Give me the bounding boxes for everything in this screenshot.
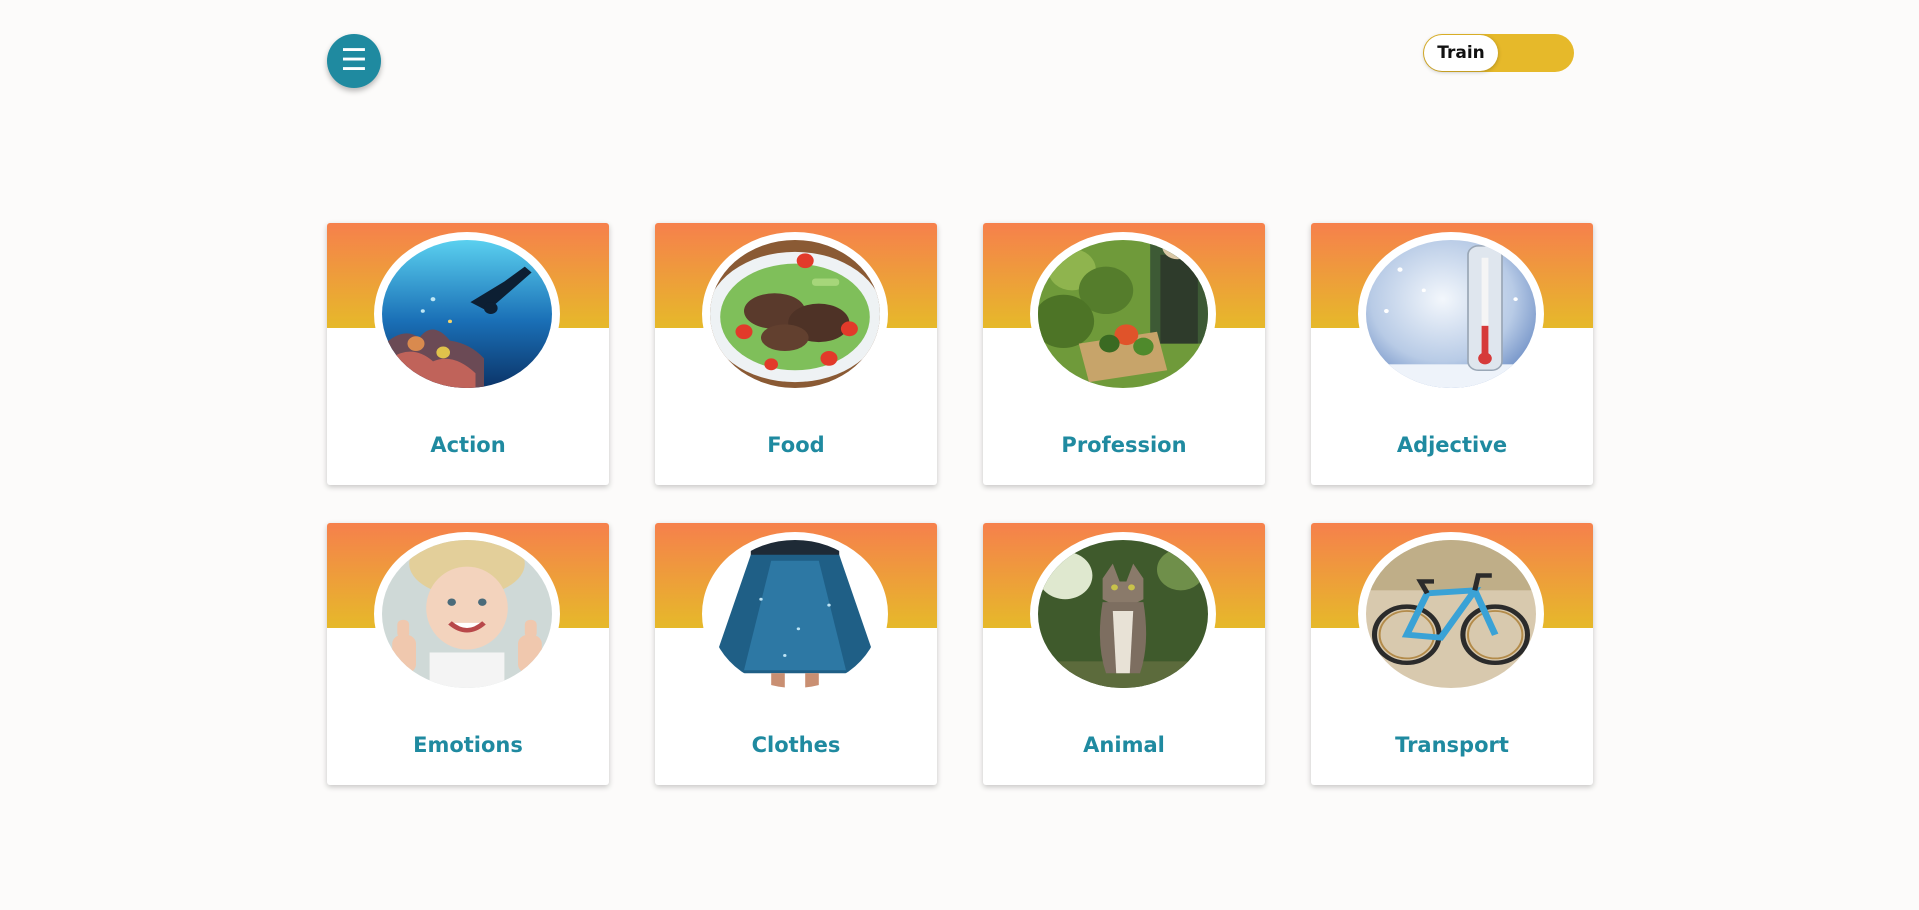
category-image-food bbox=[702, 232, 888, 396]
category-grid: Action Food Profession Adjective Emotion… bbox=[327, 223, 1594, 785]
category-card-transport[interactable]: Transport bbox=[1311, 523, 1593, 785]
mode-toggle[interactable]: Train bbox=[1423, 34, 1574, 72]
mode-toggle-knob[interactable]: Train bbox=[1424, 35, 1498, 71]
category-card-profession[interactable]: Profession bbox=[983, 223, 1265, 485]
category-label: Transport bbox=[1395, 733, 1509, 757]
category-label: Clothes bbox=[751, 733, 841, 757]
category-image-adjective bbox=[1358, 232, 1544, 396]
category-label: Emotions bbox=[413, 733, 523, 757]
category-label: Adjective bbox=[1396, 433, 1508, 457]
category-image-profession bbox=[1030, 232, 1216, 396]
category-image-animal bbox=[1030, 532, 1216, 696]
category-card-animal[interactable]: Animal bbox=[983, 523, 1265, 785]
hamburger-menu-icon: ☰ bbox=[340, 43, 368, 78]
category-image-clothes bbox=[702, 532, 888, 696]
category-card-emotions[interactable]: Emotions bbox=[327, 523, 609, 785]
category-card-action[interactable]: Action bbox=[327, 223, 609, 485]
category-label: Profession bbox=[1061, 433, 1187, 457]
category-label: Food bbox=[767, 433, 825, 457]
category-card-adjective[interactable]: Adjective bbox=[1311, 223, 1593, 485]
category-card-clothes[interactable]: Clothes bbox=[655, 523, 937, 785]
category-image-emotions bbox=[374, 532, 560, 696]
category-image-action bbox=[374, 232, 560, 396]
mode-toggle-label: Train bbox=[1437, 43, 1485, 63]
menu-button[interactable]: ☰ bbox=[327, 34, 381, 88]
category-label: Action bbox=[430, 433, 506, 457]
category-label: Animal bbox=[1083, 733, 1165, 757]
category-card-food[interactable]: Food bbox=[655, 223, 937, 485]
category-image-transport bbox=[1358, 532, 1544, 696]
